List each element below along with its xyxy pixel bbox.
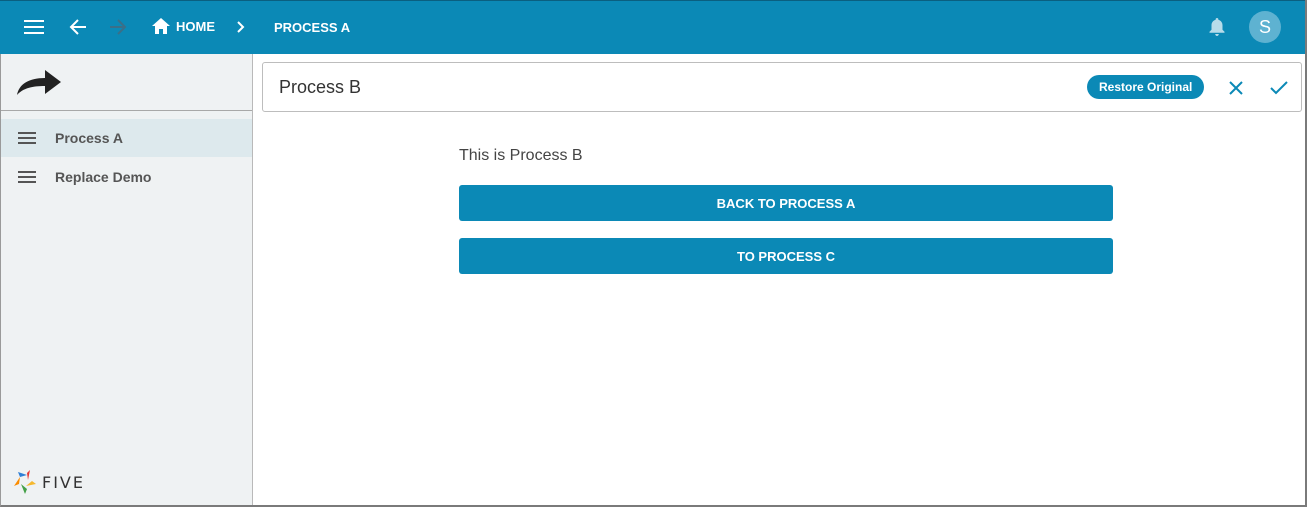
breadcrumb-home-label: HOME	[176, 18, 215, 34]
form-header: Process B Restore Original	[262, 62, 1302, 112]
menu-button[interactable]	[18, 11, 50, 43]
back-to-process-a-button[interactable]: BACK TO PROCESS A	[459, 185, 1113, 221]
close-icon	[1229, 81, 1243, 95]
five-logo-icon	[14, 470, 36, 494]
breadcrumb-home[interactable]: HOME	[152, 18, 215, 34]
five-logo-text: FIVE	[42, 472, 85, 492]
process-description: This is Process B	[459, 147, 583, 164]
home-icon	[152, 18, 170, 34]
cancel-button[interactable]	[1223, 75, 1249, 101]
app-logo	[15, 68, 63, 100]
top-app-bar: HOME PROCESS A S	[0, 0, 1305, 54]
five-brand-logo: FIVE	[14, 470, 85, 494]
sidebar-item-process-a[interactable]: Process A	[1, 119, 252, 157]
user-avatar[interactable]: S	[1249, 11, 1281, 43]
sidebar-item-label: Process A	[55, 130, 123, 146]
breadcrumb-current[interactable]: PROCESS A	[274, 20, 350, 35]
check-icon	[1270, 81, 1288, 95]
save-button[interactable]	[1266, 75, 1292, 101]
list-icon	[18, 132, 36, 144]
bell-icon	[1209, 18, 1225, 36]
list-icon	[18, 171, 36, 183]
breadcrumb-separator	[236, 17, 252, 37]
sidebar: Process A Replace Demo FIVE	[1, 54, 253, 505]
curved-arrow-icon	[17, 70, 61, 95]
to-process-c-button[interactable]: TO PROCESS C	[459, 238, 1113, 274]
chevron-right-icon	[237, 21, 245, 33]
sidebar-item-label: Replace Demo	[55, 169, 152, 185]
arrow-right-icon	[110, 19, 127, 35]
menu-icon	[24, 20, 44, 34]
forward-button[interactable]	[102, 11, 134, 43]
form-title: Process B	[279, 77, 362, 97]
restore-original-button[interactable]: Restore Original	[1087, 75, 1205, 99]
sidebar-item-replace-demo[interactable]: Replace Demo	[1, 158, 252, 196]
back-button[interactable]	[62, 11, 94, 43]
arrow-left-icon	[69, 19, 86, 35]
sidebar-divider	[1, 110, 252, 111]
notifications-button[interactable]	[1203, 13, 1231, 41]
